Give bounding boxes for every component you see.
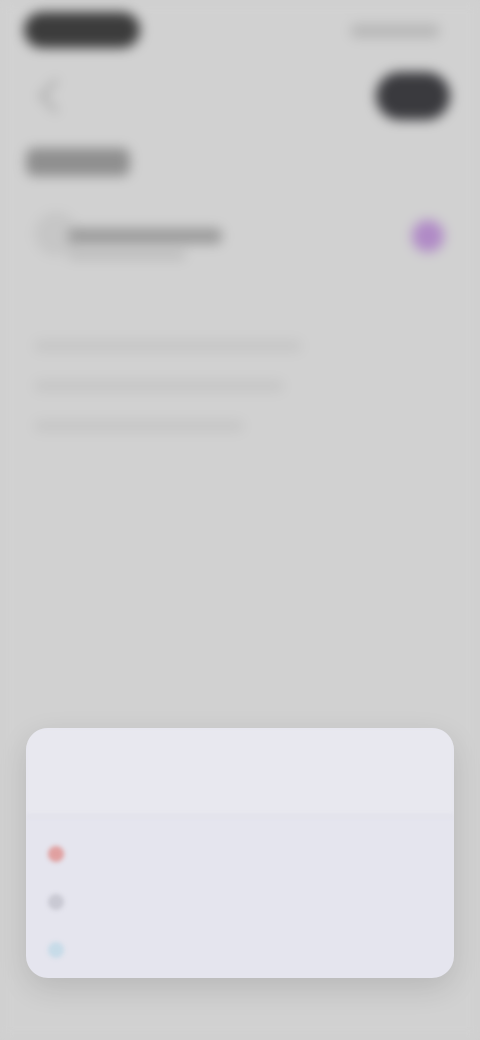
- list-item-title: [68, 228, 222, 244]
- list-item-subtitle: [68, 250, 186, 260]
- share-sheet-item[interactable]: [44, 880, 434, 920]
- top-action-button[interactable]: [376, 72, 450, 120]
- list-item[interactable]: [34, 206, 454, 266]
- placeholder-text-line: [34, 380, 284, 392]
- share-sheet: [26, 728, 454, 978]
- share-sheet-header: [26, 728, 454, 816]
- radio-selected-icon[interactable]: [412, 220, 444, 252]
- share-sheet-item[interactable]: [44, 832, 434, 872]
- app-icon: [48, 894, 64, 910]
- share-sheet-content: [26, 728, 454, 978]
- app-icon: [48, 846, 64, 862]
- status-bar-icons: [350, 24, 440, 38]
- status-bar-time: [24, 12, 140, 48]
- placeholder-text-line: [34, 340, 302, 352]
- page-title: [26, 148, 130, 176]
- back-arrow-icon[interactable]: [39, 79, 73, 113]
- placeholder-text-line: [34, 420, 244, 432]
- app-icon: [48, 942, 64, 958]
- share-sheet-item[interactable]: [44, 928, 434, 968]
